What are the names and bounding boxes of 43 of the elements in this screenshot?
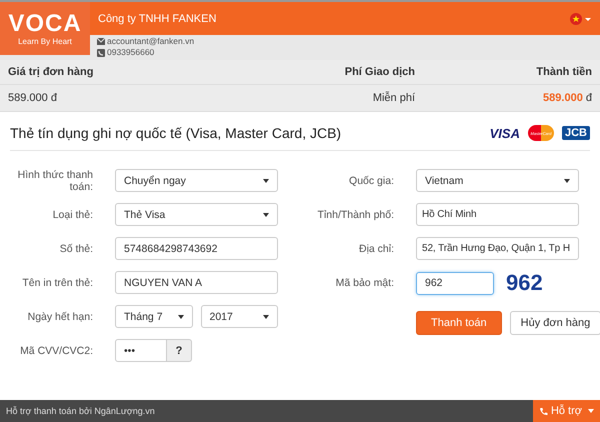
phone-text: 0933956660: [107, 47, 154, 58]
column-header: Giá trị đơn hàng: [8, 66, 94, 78]
field-label: Mã CVV/CVC2:: [19, 344, 93, 356]
field-label: Tên in trên thẻ:: [21, 276, 93, 288]
captcha-code: 962: [506, 270, 543, 296]
captcha-field[interactable]: 962: [416, 272, 494, 294]
field-label: Hình thức thanh toán:: [16, 168, 93, 192]
visa-logo: VISA: [490, 126, 520, 140]
flag-icon[interactable]: [570, 12, 592, 24]
mail-icon: [97, 38, 105, 45]
select-field[interactable]: Chuyển ngay: [115, 169, 278, 192]
input-field[interactable]: 52, Trần Hưng Đạo, Quận 1, Tp H: [416, 237, 579, 260]
company-name: Công ty TNHH FANKEN: [98, 12, 216, 24]
phone-icon: [97, 48, 105, 56]
field-label: Số thẻ:: [58, 242, 93, 254]
field-label: Mã bảo mật:: [334, 277, 394, 289]
input-field[interactable]: 5748684298743692: [115, 237, 278, 260]
logo-tagline: Learn By Heart: [18, 37, 72, 46]
field-label: Địa chỉ:: [358, 242, 394, 254]
select-field[interactable]: Thẻ Visa: [115, 203, 278, 226]
field-label: Tỉnh/Thành phố:: [316, 208, 394, 220]
input-field[interactable]: Hồ Chí Minh: [416, 203, 579, 226]
month-select[interactable]: Tháng 7: [115, 305, 192, 328]
help-button[interactable]: ?: [167, 339, 192, 362]
jcb-logo: JCB: [562, 126, 590, 140]
year-select[interactable]: 2017: [200, 305, 278, 328]
column-header: Phí Giao dịch: [344, 66, 416, 78]
field-label: Quốc gia:: [348, 174, 394, 186]
field-label: Loại thẻ:: [52, 208, 93, 220]
input-field[interactable]: NGUYEN VAN A: [115, 271, 278, 294]
table-cell-text: Miễn phí: [372, 92, 416, 104]
cvv-field[interactable]: •••: [115, 339, 167, 362]
total-amount: 589.000 đ: [542, 92, 592, 104]
phone-icon: [538, 406, 548, 416]
form-title: Thẻ tín dụng ghi nợ quốc tế (Visa, Master Card, JCB): [10, 125, 342, 141]
select-field[interactable]: Vietnam: [416, 169, 579, 192]
logo-text: VOCA: [8, 11, 82, 37]
email-text: accountant@fanken.vn: [107, 36, 194, 47]
field-label: Ngày hết hạn:: [26, 310, 93, 322]
column-header: Thành tiền: [535, 66, 592, 78]
table-cell-text: 589.000 đ: [8, 92, 58, 104]
cancel-button[interactable]: Hủy đơn hàng: [510, 311, 600, 335]
footer-text: Hỗ trợ thanh toán bởi NgânLượng.vn: [6, 406, 155, 416]
